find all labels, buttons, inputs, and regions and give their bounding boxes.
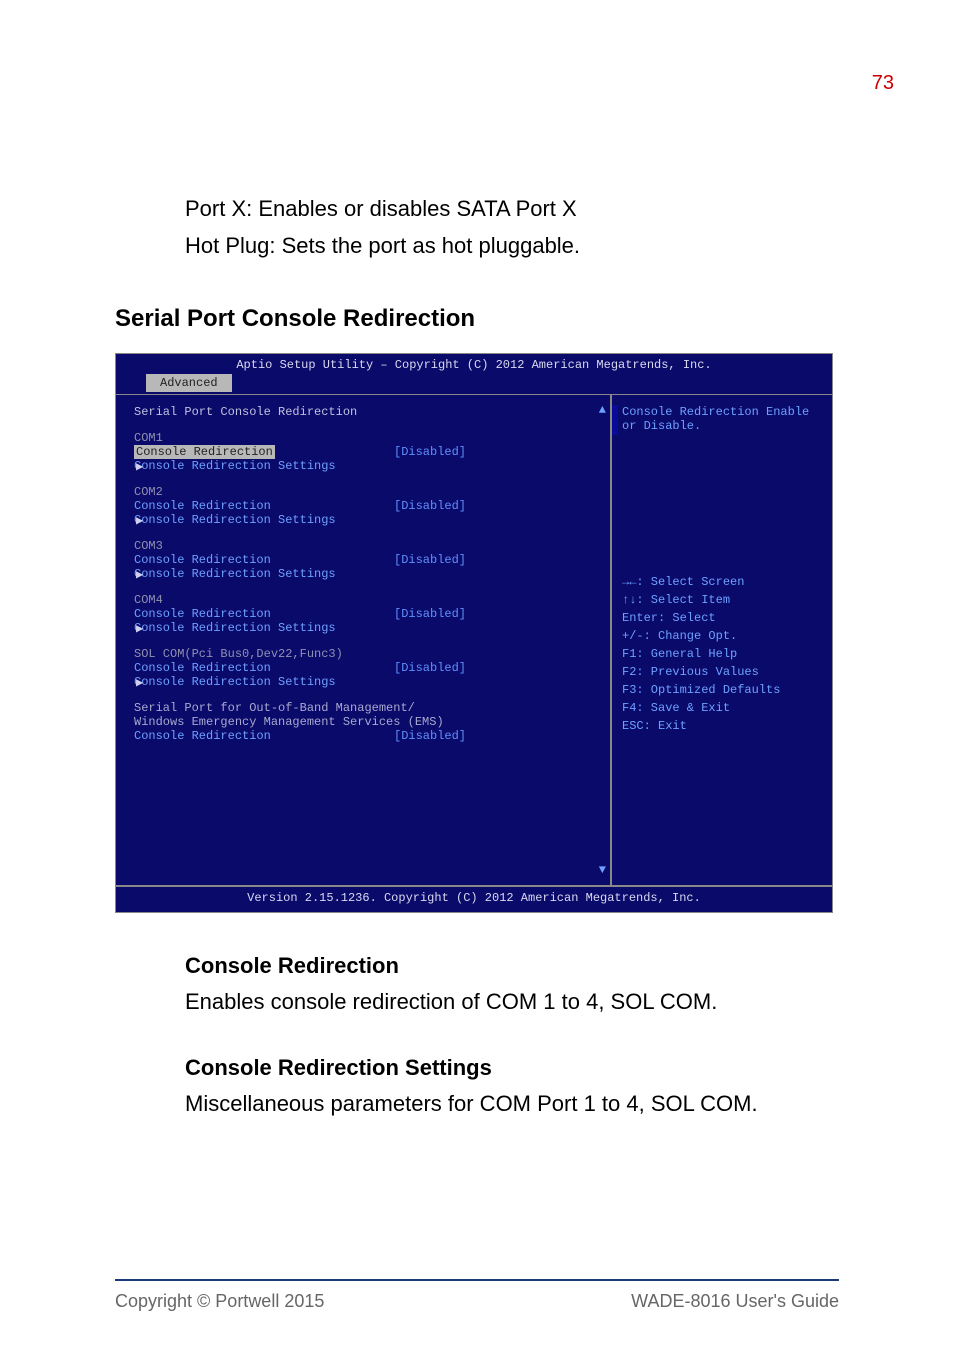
intro-line-2: Hot Plug: Sets the port as hot pluggable… [185,227,839,264]
console-redirection-value: [Disabled] [394,445,466,459]
key-hint: F2: Previous Values [622,663,822,681]
key-hint: F1: General Help [622,645,822,663]
com-group-label: COM4 [134,593,602,607]
oob-line-1: Serial Port for Out-of-Band Management/ [134,701,602,715]
key-hint: ↑↓: Select Item [622,591,822,609]
oob-console-redirection[interactable]: Console Redirection [134,729,394,743]
body-text-console-redirection-settings: Miscellaneous parameters for COM Port 1 … [185,1091,839,1117]
intro-text-block: Port X: Enables or disables SATA Port X … [185,190,839,265]
console-redirection-settings-item[interactable]: Console Redirection Settings [134,513,336,527]
console-redirection-item[interactable]: Console Redirection [134,661,394,675]
scroll-up-icon[interactable]: ▲ [599,403,606,417]
bios-tab-advanced[interactable]: Advanced [146,374,232,392]
intro-line-1: Port X: Enables or disables SATA Port X [185,190,839,227]
console-redirection-settings-item[interactable]: Console Redirection Settings [134,567,336,581]
body-text-console-redirection: Enables console redirection of COM 1 to … [185,989,839,1015]
key-hint: →←: Select Screen [622,573,822,591]
com-group-label: COM2 [134,485,602,499]
console-redirection-item[interactable]: Console Redirection [134,607,394,621]
footer-copyright: Copyright © Portwell 2015 [115,1291,324,1312]
console-redirection-value: [Disabled] [394,553,466,567]
bios-screenshot: Aptio Setup Utility – Copyright (C) 2012… [115,353,833,913]
bios-left-title: Serial Port Console Redirection [134,405,602,419]
console-redirection-value: [Disabled] [394,661,466,675]
key-hint: F3: Optimized Defaults [622,681,822,699]
bios-key-hints: →←: Select Screen↑↓: Select ItemEnter: S… [622,573,822,735]
submenu-marker-icon: ▶ [136,621,143,636]
bios-footer: Version 2.15.1236. Copyright (C) 2012 Am… [116,886,832,909]
footer-guide-title: WADE-8016 User's Guide [631,1291,839,1312]
key-hint: F4: Save & Exit [622,699,822,717]
page-number: 73 [872,72,894,95]
oob-line-2: Windows Emergency Management Services (E… [134,715,602,729]
submenu-marker-icon: ▶ [136,567,143,582]
console-redirection-value: [Disabled] [394,499,466,513]
sub-heading-console-redirection-settings: Console Redirection Settings [185,1055,839,1081]
bios-help-text: Console Redirection Enable or Disable. [622,405,822,433]
key-hint: ESC: Exit [622,717,822,735]
com-group-label: COM1 [134,431,602,445]
oob-console-redirection-value: [Disabled] [394,729,466,743]
console-redirection-item[interactable]: Console Redirection [134,445,394,459]
scroll-down-icon[interactable]: ▼ [599,863,606,877]
sub-heading-console-redirection: Console Redirection [185,953,839,979]
console-redirection-settings-item[interactable]: Console Redirection Settings [134,459,336,473]
console-redirection-settings-item[interactable]: Console Redirection Settings [134,675,336,689]
submenu-marker-icon: ▶ [136,675,143,690]
section-heading: Serial Port Console Redirection [115,305,839,333]
submenu-marker-icon: ▶ [136,513,143,528]
console-redirection-settings-item[interactable]: Console Redirection Settings [134,621,336,635]
console-redirection-value: [Disabled] [394,607,466,621]
bios-left-pane: ▲ Serial Port Console Redirection COM1Co… [116,395,612,885]
submenu-marker-icon: ▶ [136,459,143,474]
key-hint: Enter: Select [622,609,822,627]
bios-titlebar: Aptio Setup Utility – Copyright (C) 2012… [116,354,832,374]
page-footer: Copyright © Portwell 2015 WADE-8016 User… [115,1279,839,1312]
console-redirection-item[interactable]: Console Redirection [134,499,394,513]
console-redirection-item[interactable]: Console Redirection [134,553,394,567]
com-group-label: COM3 [134,539,602,553]
com-group-label: SOL COM(Pci Bus0,Dev22,Func3) [134,647,602,661]
bios-right-pane: Console Redirection Enable or Disable. →… [612,395,832,885]
key-hint: +/-: Change Opt. [622,627,822,645]
